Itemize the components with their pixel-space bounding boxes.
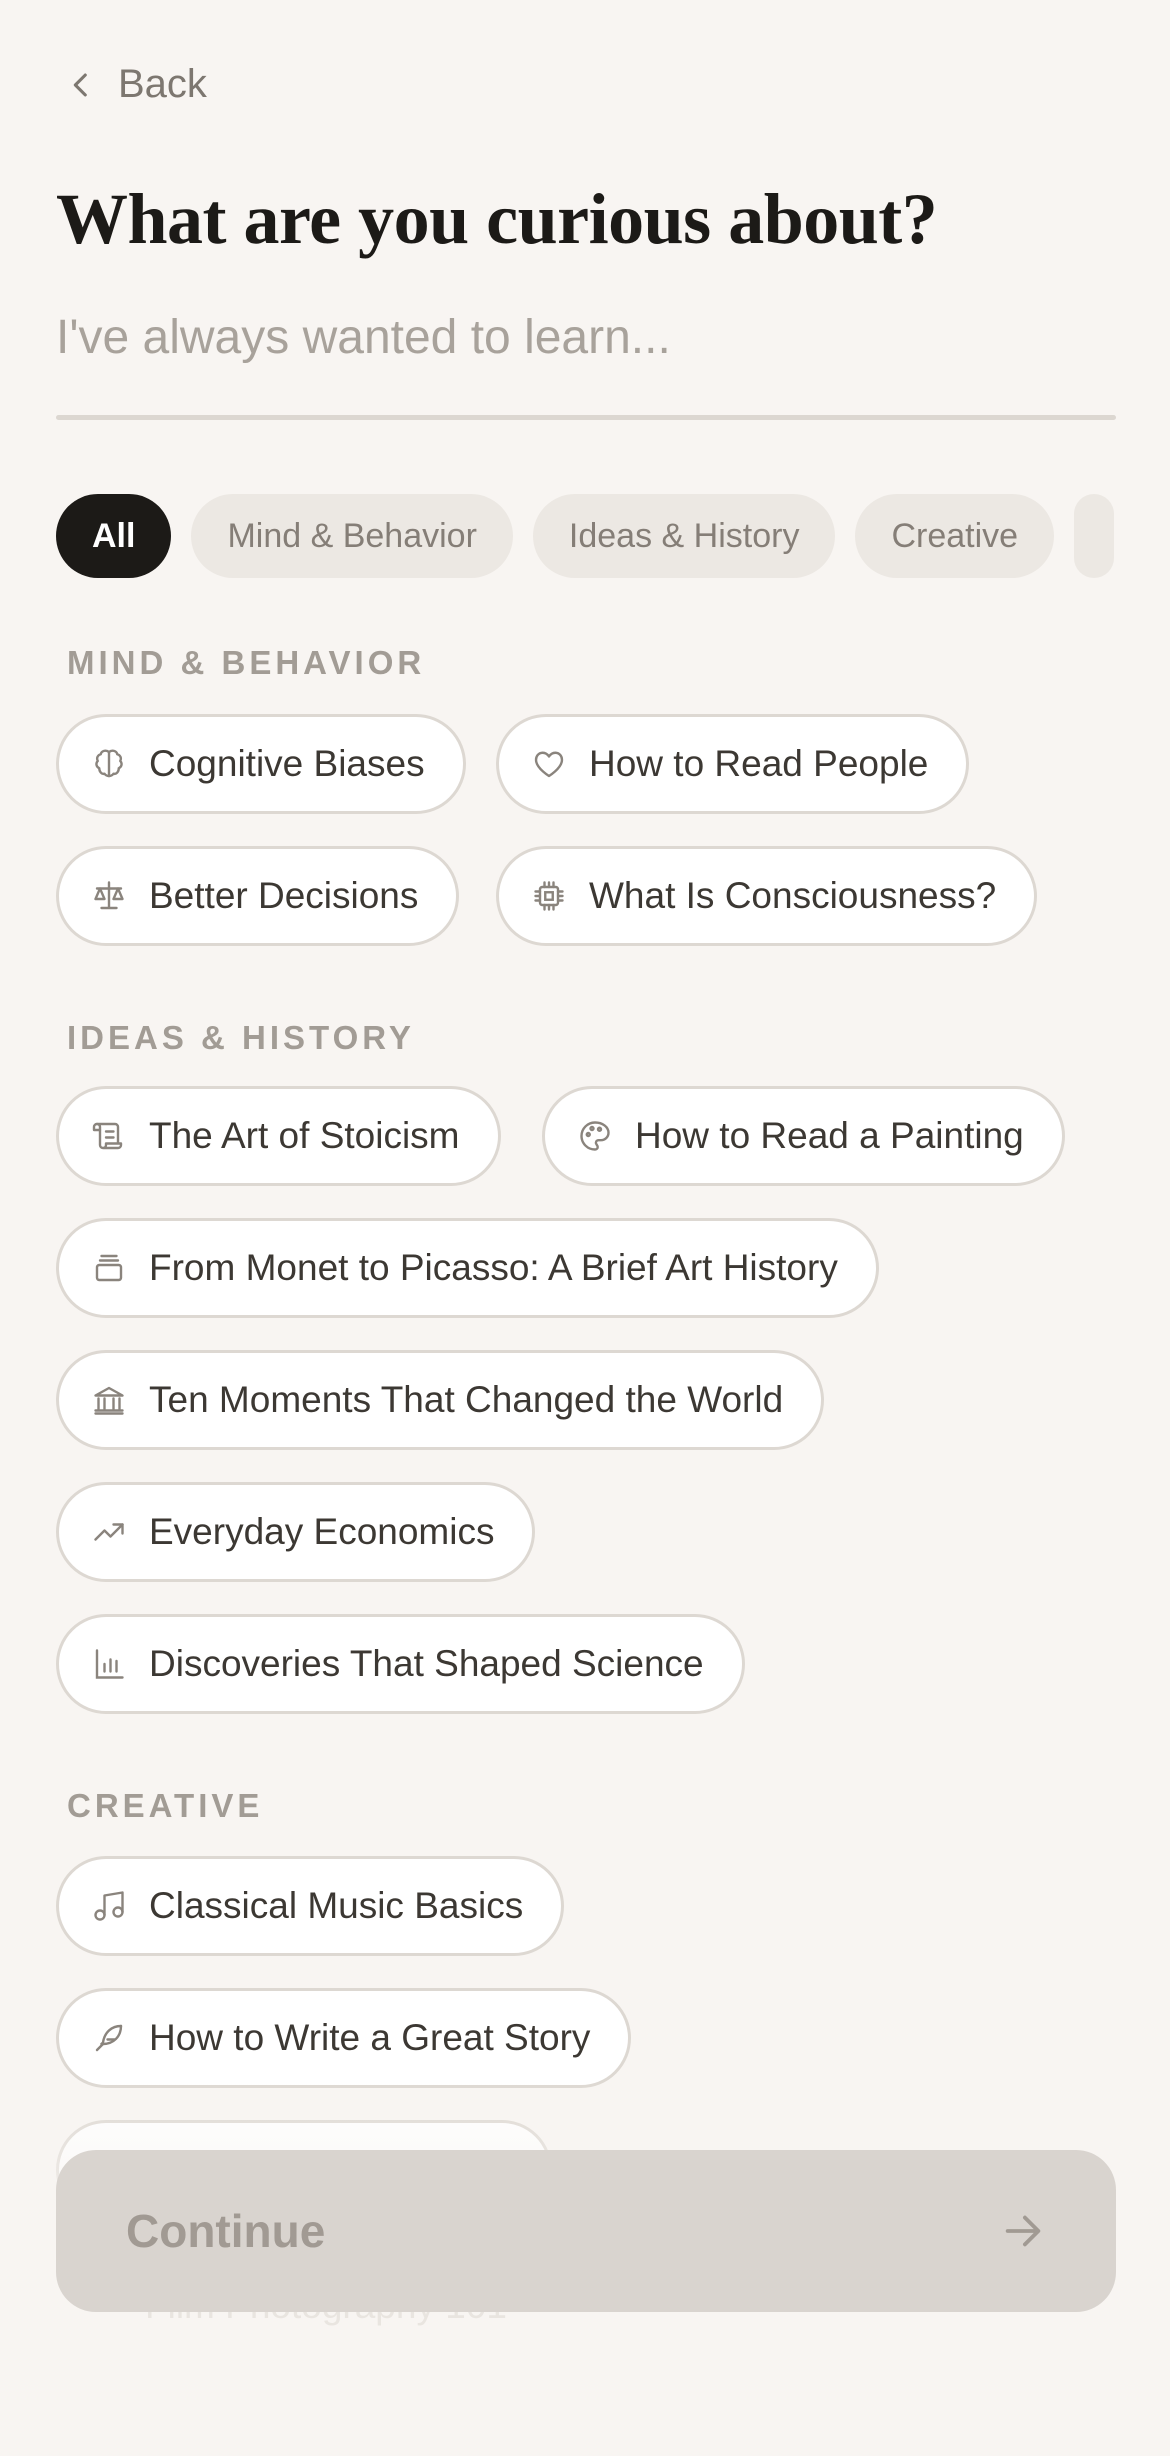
topic-label: The Art of Stoicism	[149, 1115, 460, 1156]
topic-chip-cognitive-biases[interactable]: Cognitive Biases	[56, 714, 466, 814]
filter-all[interactable]: All	[56, 494, 172, 578]
topic-label: Ten Moments That Changed the World	[149, 1379, 784, 1420]
topic-chip-classical-music[interactable]: Classical Music Basics	[56, 1856, 565, 1956]
topic-label: Discoveries That Shaped Science	[149, 1643, 704, 1684]
topic-chip-how-to-read-a-painting[interactable]: How to Read a Painting	[542, 1086, 1065, 1186]
topic-chip-art-of-stoicism[interactable]: The Art of Stoicism	[56, 1086, 501, 1186]
topic-chip-monet-to-picasso[interactable]: From Monet to Picasso: A Brief Art Histo…	[56, 1218, 879, 1318]
brain-icon	[91, 746, 127, 782]
continue-button[interactable]: Continue	[56, 2150, 1116, 2312]
back-button[interactable]: Back	[64, 62, 207, 107]
topic-chip-better-decisions[interactable]: Better Decisions	[56, 846, 460, 946]
topic-label: How to Write a Great Story	[149, 2017, 591, 2058]
filter-ideas-history[interactable]: Ideas & History	[532, 494, 836, 578]
landmark-icon	[91, 1382, 127, 1418]
topic-label: How to Read a Painting	[635, 1115, 1024, 1156]
topic-label: Better Decisions	[149, 875, 419, 916]
filter-more[interactable]	[1074, 494, 1115, 578]
topic-label: Cognitive Biases	[149, 743, 425, 784]
topic-chip-what-is-consciousness[interactable]: What Is Consciousness?	[496, 846, 1038, 946]
topic-label: Everyday Economics	[149, 1511, 495, 1552]
chevron-left-icon	[64, 68, 98, 102]
filter-mind-behavior[interactable]: Mind & Behavior	[191, 494, 513, 578]
input-underline	[56, 415, 1116, 420]
section-label-creative: CREATIVE	[67, 1787, 264, 1824]
section-label-ideas-history: IDEAS & HISTORY	[67, 1019, 415, 1056]
curiosity-input[interactable]	[56, 310, 1116, 365]
back-label: Back	[118, 62, 207, 106]
filter-creative[interactable]: Creative	[855, 494, 1055, 578]
feather-icon	[91, 2020, 127, 2056]
topic-chip-everyday-economics[interactable]: Everyday Economics	[56, 1482, 536, 1582]
section-label-mind-behavior: MIND & BEHAVIOR	[67, 644, 426, 681]
continue-label: Continue	[126, 2205, 326, 2257]
chip-icon	[531, 878, 567, 914]
category-filter-bar[interactable]: All Mind & Behavior Ideas & History Crea…	[56, 494, 1116, 578]
page-title: What are you curious about?	[56, 179, 938, 259]
arrow-right-icon	[1000, 2208, 1046, 2254]
topic-chip-how-to-read-people[interactable]: How to Read People	[496, 714, 970, 814]
topic-label: How to Read People	[589, 743, 929, 784]
frame-icon	[91, 1250, 127, 1286]
trending-up-icon	[91, 1514, 127, 1550]
scale-icon	[91, 878, 127, 914]
palette-icon	[577, 1118, 613, 1154]
heart-icon	[531, 746, 567, 782]
music-icon	[91, 1888, 127, 1924]
topic-label: What Is Consciousness?	[589, 875, 997, 916]
topic-chip-write-great-story[interactable]: How to Write a Great Story	[56, 1988, 632, 2088]
topic-label: Classical Music Basics	[149, 1885, 524, 1926]
topic-label: From Monet to Picasso: A Brief Art Histo…	[149, 1247, 838, 1288]
topic-chip-ten-moments[interactable]: Ten Moments That Changed the World	[56, 1350, 825, 1450]
scroll-icon	[91, 1118, 127, 1154]
topic-chip-discoveries-science[interactable]: Discoveries That Shaped Science	[56, 1614, 745, 1714]
bar-chart-icon	[91, 1646, 127, 1682]
